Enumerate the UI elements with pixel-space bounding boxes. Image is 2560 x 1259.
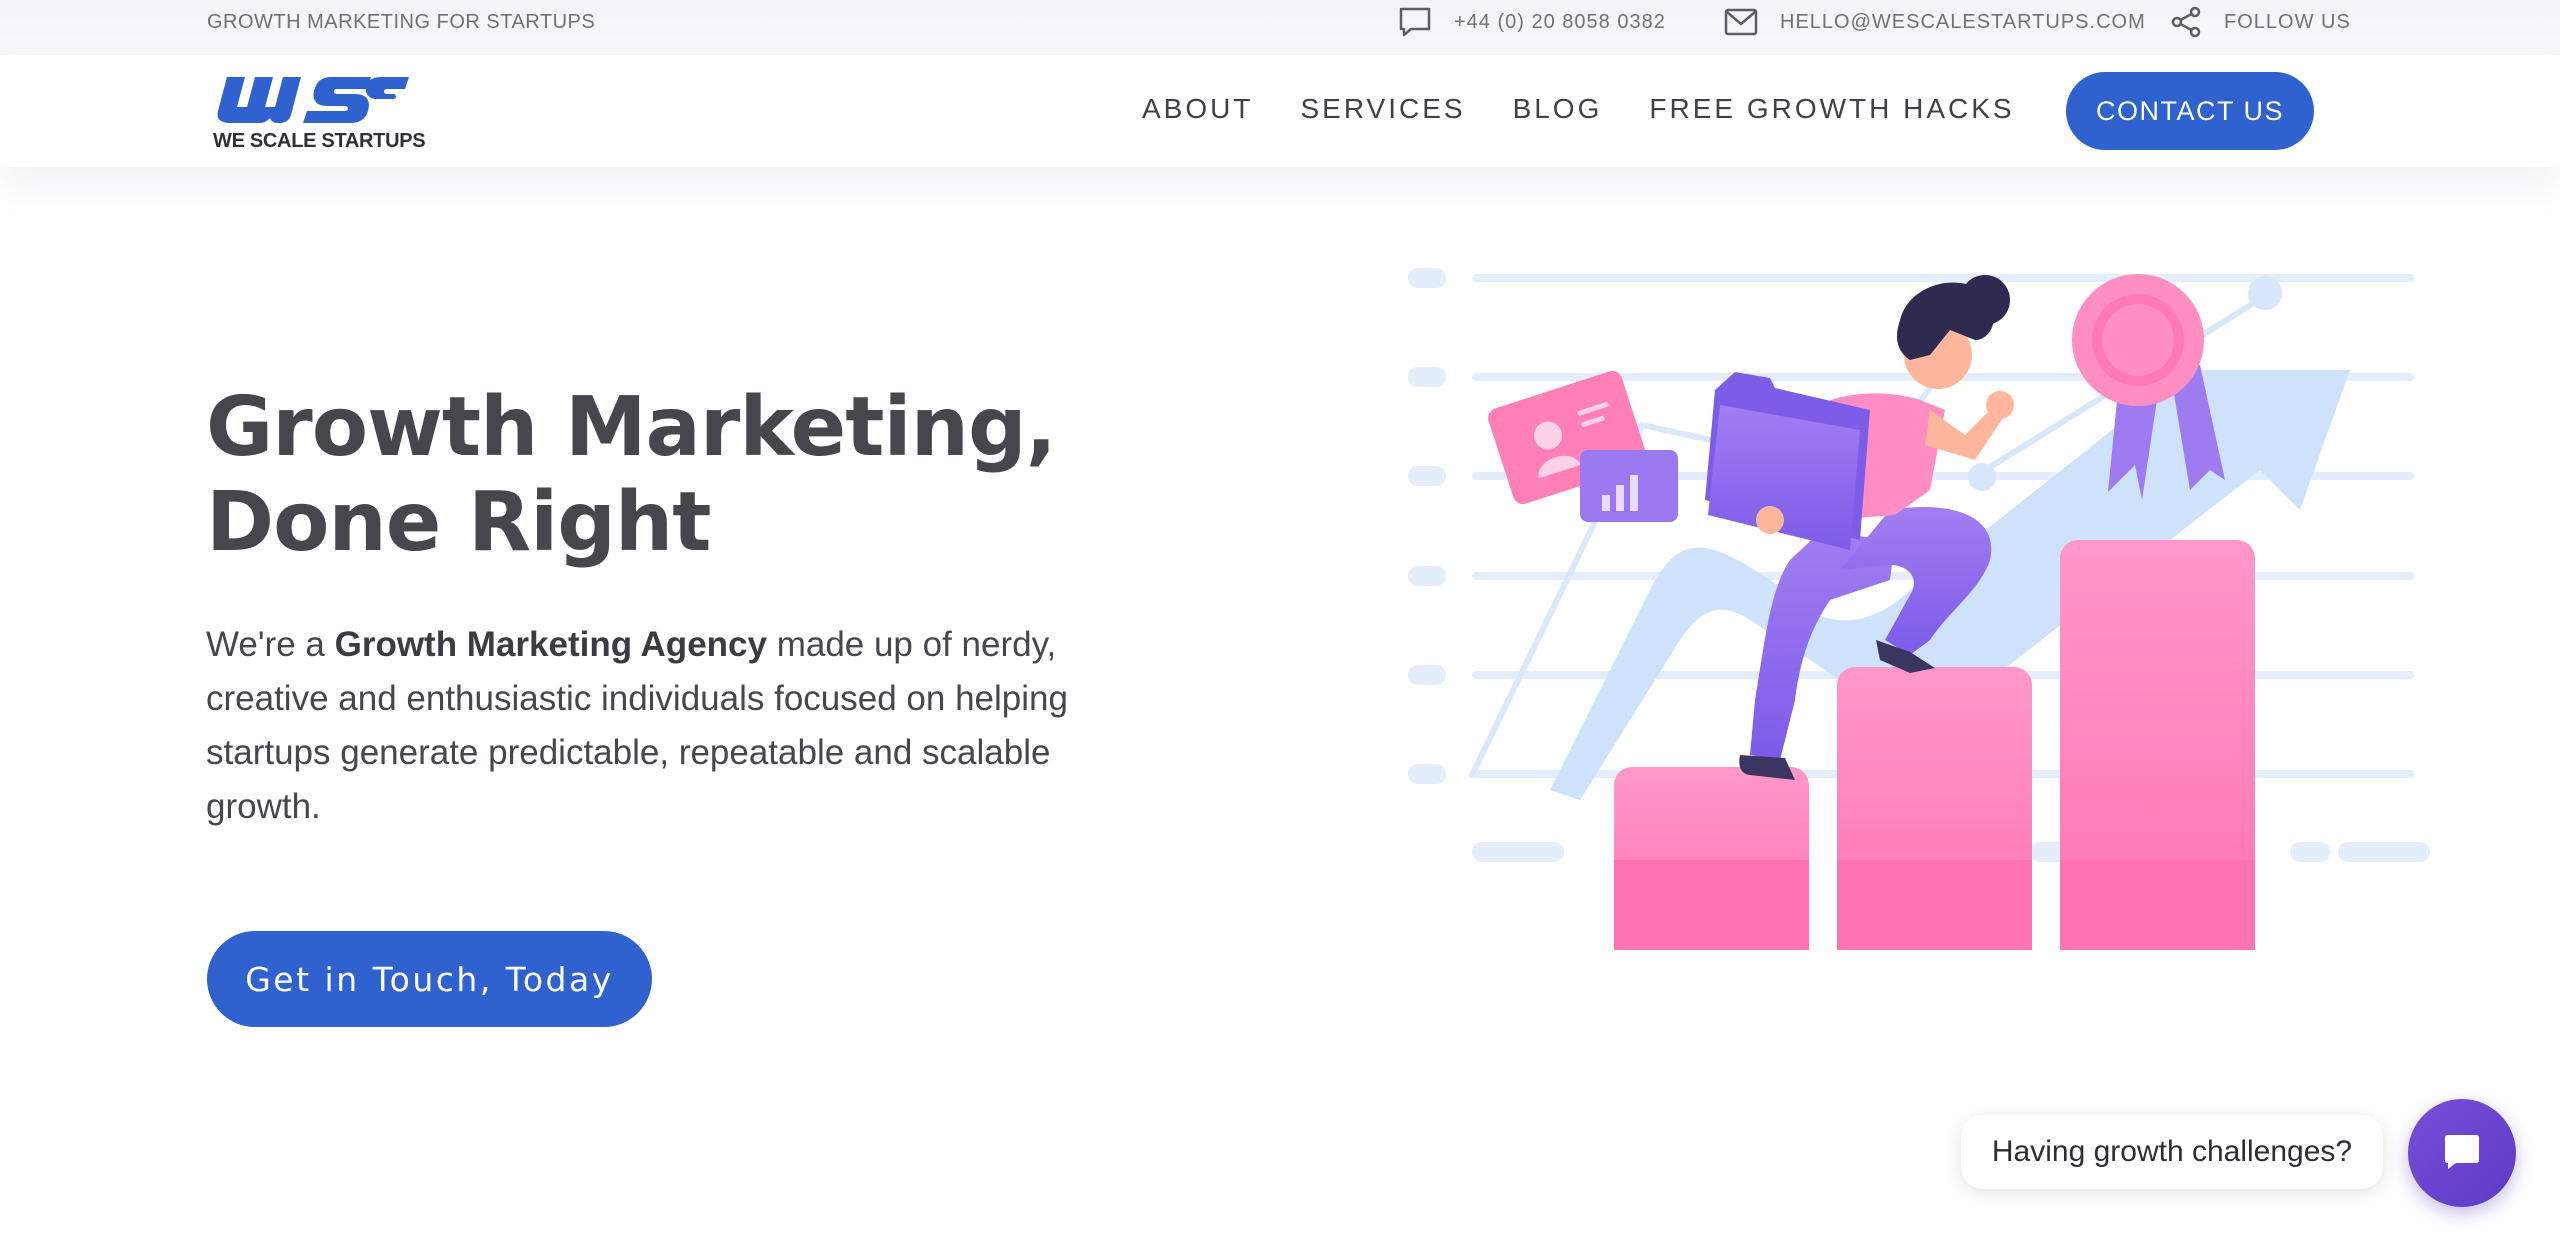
- follow-us-link[interactable]: FOLLOW US: [2170, 6, 2351, 38]
- hero-title-line-2: Done Right: [206, 475, 711, 570]
- logo[interactable]: WE SCALE STARTUPS: [213, 75, 428, 155]
- chat-bubble-icon: [2442, 1131, 2482, 1176]
- hero-description: We're a Growth Marketing Agency made up …: [206, 618, 1146, 834]
- email-address: HELLO@WESCALESTARTUPS.COM: [1780, 10, 2146, 33]
- hero-illustration: [1390, 260, 2450, 960]
- nav-item-about[interactable]: ABOUT: [1142, 93, 1253, 125]
- email-link[interactable]: HELLO@WESCALESTARTUPS.COM: [1724, 6, 2146, 38]
- hero-desc-highlight: Growth Marketing Agency: [334, 625, 767, 664]
- nav-item-services[interactable]: SERVICES: [1300, 93, 1465, 125]
- mail-icon: [1724, 8, 1758, 36]
- hero-desc-intro: We're a: [206, 625, 335, 664]
- top-bar: GROWTH MARKETING FOR STARTUPS +44 (0) 20…: [0, 0, 2560, 55]
- logo-text: WE SCALE STARTUPS: [213, 130, 426, 152]
- share-icon: [2170, 6, 2202, 38]
- follow-us-label: FOLLOW US: [2224, 10, 2351, 33]
- chat-icon: [1398, 6, 1432, 38]
- contact-us-button[interactable]: CONTACT US: [2066, 72, 2314, 150]
- chat-prompt-bubble[interactable]: Having growth challenges?: [1961, 1115, 2383, 1189]
- logo-mark: [217, 77, 409, 123]
- tagline: GROWTH MARKETING FOR STARTUPS: [207, 11, 596, 33]
- hero-title: Growth Marketing, Done Right: [206, 380, 1057, 570]
- hero-title-line-1: Growth Marketing,: [206, 380, 1057, 475]
- nav-item-blog[interactable]: BLOG: [1513, 93, 1603, 125]
- phone-link[interactable]: +44 (0) 20 8058 0382: [1398, 6, 1666, 38]
- get-in-touch-button[interactable]: Get in Touch, Today: [207, 931, 652, 1027]
- main-nav: WE SCALE STARTUPS ABOUT SERVICES BLOG FR…: [0, 55, 2560, 167]
- nav-links: ABOUT SERVICES BLOG FREE GROWTH HACKS: [1142, 93, 2015, 125]
- growth-chart-illustration: [1408, 268, 2430, 950]
- phone-number: +44 (0) 20 8058 0382: [1454, 10, 1666, 33]
- nav-item-free-growth-hacks[interactable]: FREE GROWTH HACKS: [1649, 93, 2014, 125]
- chat-launcher-button[interactable]: [2408, 1099, 2516, 1207]
